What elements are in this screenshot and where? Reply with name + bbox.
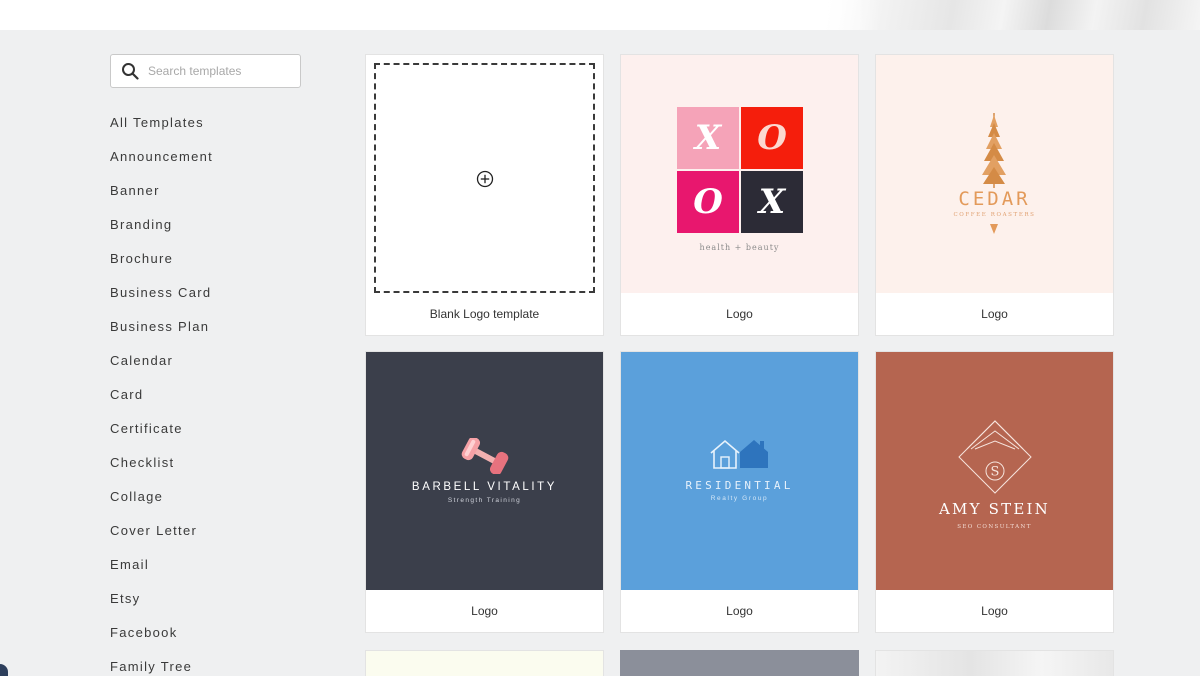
category-cover-letter[interactable]: Cover Letter [110, 522, 213, 556]
category-collage[interactable]: Collage [110, 488, 213, 522]
logo-name: CEDAR [958, 188, 1031, 210]
category-facebook[interactable]: Facebook [110, 624, 213, 658]
xo-cell: X [677, 107, 739, 169]
category-brochure[interactable]: Brochure [110, 250, 213, 284]
template-card-residential[interactable]: RESIDENTIAL Realty Group Logo [620, 351, 859, 633]
house-icon [710, 439, 768, 469]
corner-tab [0, 664, 8, 676]
header-marble-texture [820, 0, 1200, 30]
template-card-partial[interactable] [365, 650, 604, 676]
top-header-bar [0, 0, 1200, 30]
search-input[interactable] [148, 64, 288, 78]
category-email[interactable]: Email [110, 556, 213, 590]
logo-tagline: health + beauty [699, 243, 780, 252]
add-circle-icon[interactable] [476, 170, 494, 188]
logo-subtitle: Strength Training [447, 497, 522, 504]
card-label: Logo [726, 604, 753, 618]
xo-cell: O [677, 171, 739, 233]
category-announcement[interactable]: Announcement [110, 148, 213, 182]
barbell-logo-thumbnail[interactable]: BARBELL VITALITY Strength Training [366, 352, 603, 590]
card-label: Blank Logo template [429, 307, 540, 321]
diamond-monogram-icon: S [958, 420, 1032, 494]
category-all-templates[interactable]: All Templates [110, 114, 213, 148]
card-label: Logo [471, 604, 498, 618]
logo-name: RESIDENTIAL [685, 479, 794, 492]
template-card-partial[interactable] [620, 650, 859, 676]
category-card[interactable]: Card [110, 386, 213, 420]
template-card-amy-stein[interactable]: S AMY STEIN SEO CONSULTANT Logo [875, 351, 1114, 633]
logo-subtitle: Realty Group [710, 495, 769, 502]
template-card-partial[interactable] [875, 650, 1114, 676]
template-card-xoxo[interactable]: X O O X health + beauty Logo [620, 54, 859, 336]
search-box[interactable] [110, 54, 301, 88]
card-label: Logo [981, 307, 1008, 321]
blank-thumbnail[interactable] [366, 55, 603, 293]
logo-subtitle: SEO CONSULTANT [957, 524, 1032, 530]
category-calendar[interactable]: Calendar [110, 352, 213, 386]
xo-cell: O [741, 107, 803, 169]
category-certificate[interactable]: Certificate [110, 420, 213, 454]
template-card-cedar[interactable]: CEDAR COFFEE ROASTERS Logo [875, 54, 1114, 336]
card-label: Logo [726, 307, 753, 321]
category-business-plan[interactable]: Business Plan [110, 318, 213, 352]
xoxo-grid: X O O X [677, 107, 803, 233]
residential-logo-thumbnail[interactable]: RESIDENTIAL Realty Group [621, 352, 858, 590]
pine-tree-icon [982, 113, 1006, 188]
logo-name: AMY STEIN [939, 500, 1050, 518]
cedar-logo-thumbnail[interactable]: CEDAR COFFEE ROASTERS [876, 55, 1113, 293]
amy-stein-logo-thumbnail[interactable]: S AMY STEIN SEO CONSULTANT [876, 352, 1113, 590]
dumbbell-icon [461, 438, 509, 474]
xoxo-logo-thumbnail[interactable]: X O O X health + beauty [621, 55, 858, 293]
category-checklist[interactable]: Checklist [110, 454, 213, 488]
search-icon [122, 63, 139, 80]
arrow-down-icon [990, 224, 998, 234]
logo-name: BARBELL VITALITY [411, 481, 558, 493]
category-list: All Templates Announcement Banner Brandi… [110, 114, 213, 676]
monogram-letter: S [991, 465, 1000, 480]
category-business-card[interactable]: Business Card [110, 284, 213, 318]
template-card-blank[interactable]: Blank Logo template [365, 54, 604, 336]
xo-cell: X [741, 171, 803, 233]
logo-subtitle: COFFEE ROASTERS [953, 212, 1036, 218]
category-family-tree[interactable]: Family Tree [110, 658, 213, 676]
category-etsy[interactable]: Etsy [110, 590, 213, 624]
card-label: Logo [981, 604, 1008, 618]
category-branding[interactable]: Branding [110, 216, 213, 250]
template-card-barbell[interactable]: BARBELL VITALITY Strength Training Logo [365, 351, 604, 633]
category-banner[interactable]: Banner [110, 182, 213, 216]
